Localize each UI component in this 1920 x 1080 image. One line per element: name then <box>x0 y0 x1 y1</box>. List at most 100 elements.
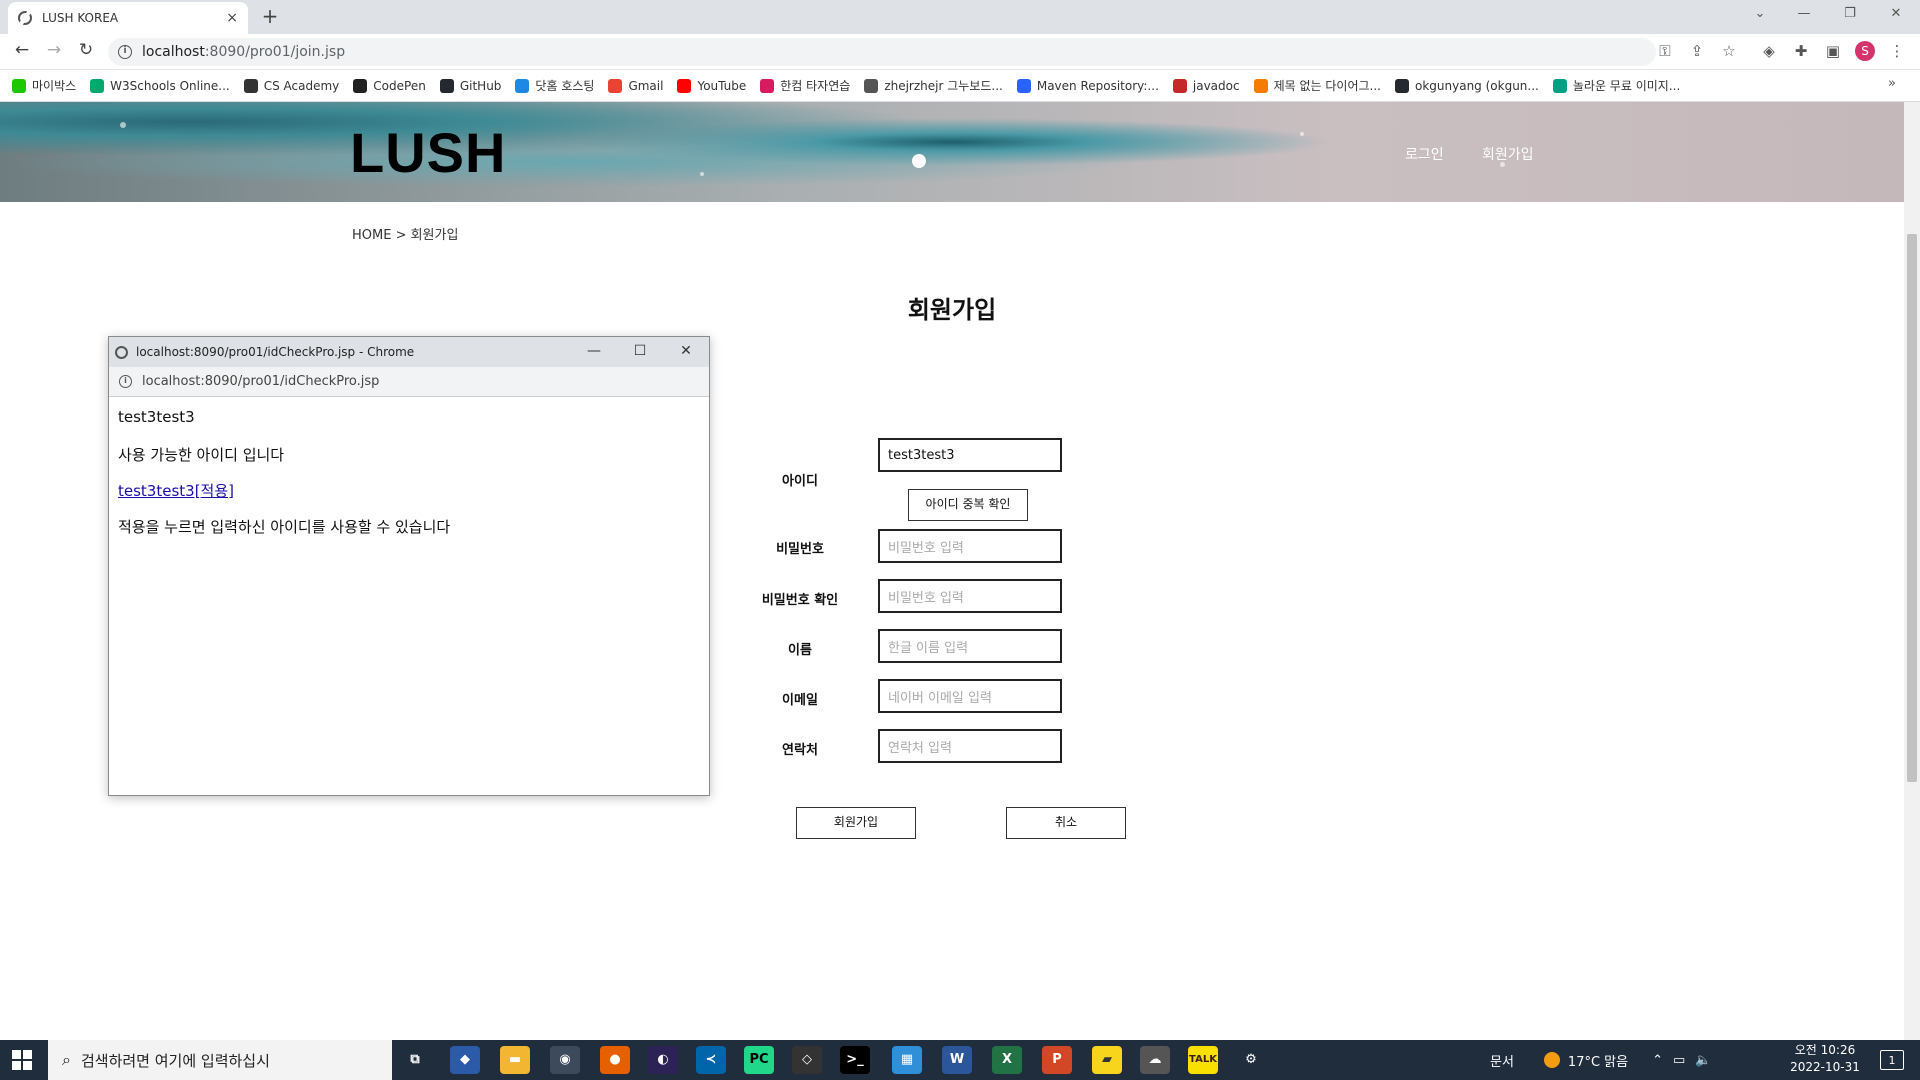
vscode-icon[interactable]: ≺ <box>696 1046 726 1074</box>
bookmark-favicon-icon <box>1395 78 1409 93</box>
availability-message: 사용 가능한 아이디 입니다 <box>118 446 285 464</box>
network-icon[interactable]: ▭ <box>1673 1053 1685 1068</box>
site-logo[interactable]: LUSH <box>350 120 506 186</box>
phone-input[interactable]: 연락처 입력 <box>878 729 1062 763</box>
popup-maximize-button[interactable]: ☐ <box>625 343 655 359</box>
bookmark-favicon-icon <box>90 78 105 93</box>
popup-minimize-button[interactable]: — <box>579 343 609 359</box>
powerpoint-icon[interactable]: P <box>1042 1046 1072 1074</box>
restore-button[interactable]: ❐ <box>1830 6 1870 21</box>
bookmark-label: 놀라운 무료 이미지... <box>1572 79 1681 93</box>
password-confirm-label: 비밀번호 확인 <box>761 593 839 608</box>
notification-center-icon[interactable]: 1 <box>1880 1050 1904 1070</box>
excel-icon[interactable]: X <box>992 1046 1022 1074</box>
star-icon[interactable]: ☆ <box>1718 42 1740 60</box>
name-input[interactable]: 한글 이름 입력 <box>878 629 1062 663</box>
id-check-popup-window: localhost:8090/pro01/idCheckPro.jsp - Ch… <box>108 336 710 796</box>
email-input[interactable]: 네이버 이메일 입력 <box>878 679 1062 713</box>
bookmark-item[interactable]: CodePen <box>353 78 426 93</box>
share-icon[interactable]: ⇪ <box>1686 42 1708 60</box>
tab-search-icon[interactable]: ⌄ <box>1740 6 1780 21</box>
bookmark-label: 닷홈 호스팅 <box>535 79 595 93</box>
side-panel-icon[interactable]: ▣ <box>1822 42 1844 60</box>
phone-label: 연락처 <box>782 743 818 758</box>
apply-id-link[interactable]: test3test3[적용] <box>118 482 234 500</box>
bookmark-item[interactable]: 놀라운 무료 이미지... <box>1552 77 1681 94</box>
taskbar-search-box[interactable]: ⌕ 검색하려면 여기에 입력하십시 <box>48 1040 392 1080</box>
taskbar-clock[interactable]: 오전 10:26 2022-10-31 <box>1790 1042 1860 1076</box>
firefox-icon[interactable]: ● <box>600 1046 630 1074</box>
id-input[interactable]: test3test3 <box>878 438 1062 472</box>
bookmark-item[interactable]: 제목 없는 다이어그... <box>1253 77 1381 94</box>
windows-start-icon[interactable] <box>12 1050 32 1070</box>
extension-tag-icon[interactable]: ◈ <box>1758 42 1780 60</box>
calendar-app-icon[interactable]: ▦ <box>892 1046 922 1074</box>
bookmark-item[interactable]: zhejrzhejr 그누보드... <box>864 77 1003 94</box>
app-icon[interactable]: ◆ <box>450 1046 480 1074</box>
bookmark-item[interactable]: W3Schools Online... <box>90 78 230 93</box>
bookmark-item[interactable]: okgunyang (okgun... <box>1395 78 1539 93</box>
bookmark-item[interactable]: 닷홈 호스팅 <box>515 77 594 94</box>
id-duplicate-check-button[interactable]: 아이디 중복 확인 <box>908 489 1028 521</box>
kakaotalk-icon[interactable]: TALK <box>1188 1046 1218 1074</box>
bookmark-label: GitHub <box>459 78 502 93</box>
bookmark-item[interactable]: GitHub <box>439 78 502 93</box>
task-view-icon[interactable]: ⧉ <box>400 1046 430 1074</box>
settings-gear-icon[interactable]: ⚙ <box>1236 1046 1266 1074</box>
word-icon[interactable]: W <box>942 1046 972 1074</box>
file-explorer-icon[interactable]: ▬ <box>500 1046 530 1074</box>
sourcetree-icon[interactable]: ◇ <box>792 1046 822 1074</box>
terminal-icon[interactable]: >_ <box>840 1046 870 1074</box>
menu-kebab-icon[interactable]: ⋮ <box>1886 42 1908 60</box>
bookmark-label: YouTube <box>697 78 747 93</box>
password-input[interactable]: 비밀번호 입력 <box>878 529 1062 563</box>
weather-icon <box>1543 1052 1560 1068</box>
key-icon[interactable]: ⚿ <box>1654 42 1676 60</box>
tray-docs-label[interactable]: 문서 <box>1490 1051 1514 1070</box>
extensions-puzzle-icon[interactable]: ✚ <box>1790 42 1812 60</box>
pycharm-icon[interactable]: PC <box>744 1046 774 1074</box>
profile-avatar[interactable]: S <box>1855 41 1875 61</box>
nav-login-link[interactable]: 로그인 <box>1405 144 1444 164</box>
scrollbar-thumb[interactable] <box>1907 234 1917 782</box>
forward-icon[interactable]: → <box>42 40 66 60</box>
bookmark-item[interactable]: YouTube <box>677 78 747 93</box>
bookmarks-overflow-icon[interactable]: » <box>1888 76 1896 91</box>
header-banner <box>0 102 1904 202</box>
app-icon[interactable]: ☁ <box>1140 1046 1170 1074</box>
popup-close-button[interactable]: ✕ <box>671 343 701 359</box>
bookmark-item[interactable]: Maven Repository:... <box>1016 78 1159 93</box>
bookmark-item[interactable]: 한컴 타자연습 <box>760 77 850 94</box>
weather-text[interactable]: 17°C 맑음 <box>1568 1051 1628 1070</box>
bookmark-item[interactable]: 마이박스 <box>12 77 76 94</box>
popup-url: localhost:8090/pro01/idCheckPro.jsp <box>142 374 380 389</box>
tray-chevron-icon[interactable]: ⌃ <box>1652 1053 1663 1068</box>
new-tab-button[interactable]: + <box>258 4 282 30</box>
back-icon[interactable]: ← <box>10 40 34 60</box>
reload-icon[interactable]: ↻ <box>74 40 98 60</box>
submit-join-button[interactable]: 회원가입 <box>796 807 916 839</box>
site-info-icon[interactable]: i <box>119 375 132 388</box>
minimize-button[interactable]: — <box>1784 6 1824 21</box>
eclipse-icon[interactable]: ◐ <box>648 1046 678 1074</box>
url-path: :8090/pro01/join.jsp <box>204 44 346 60</box>
tab-close-icon[interactable]: × <box>226 10 238 26</box>
bookmark-favicon-icon <box>515 78 530 93</box>
bookmark-item[interactable]: CS Academy <box>243 78 339 93</box>
password-confirm-input[interactable]: 비밀번호 입력 <box>878 579 1062 613</box>
system-tray: 문서 17°C 맑음 ⌃ ▭ 🔈 <box>1490 1040 1711 1080</box>
cancel-button[interactable]: 취소 <box>1006 807 1126 839</box>
volume-icon[interactable]: 🔈 <box>1695 1053 1711 1068</box>
id-label: 아이디 <box>782 474 818 489</box>
address-bar[interactable]: i localhost:8090/pro01/join.jsp <box>108 38 1656 66</box>
bookmark-item[interactable]: Gmail <box>608 78 663 93</box>
bookmark-favicon-icon <box>608 78 623 93</box>
sticky-notes-icon[interactable]: ▰ <box>1092 1046 1122 1074</box>
bookmark-item[interactable]: javadoc <box>1172 78 1240 93</box>
nav-join-link[interactable]: 회원가입 <box>1482 144 1534 164</box>
close-window-button[interactable]: ✕ <box>1876 6 1916 21</box>
bookmark-label: W3Schools Online... <box>110 78 230 93</box>
site-info-icon[interactable]: i <box>118 45 132 59</box>
browser-tab[interactable]: LUSH KOREA × <box>8 2 248 34</box>
chrome-icon[interactable]: ◉ <box>550 1046 580 1074</box>
